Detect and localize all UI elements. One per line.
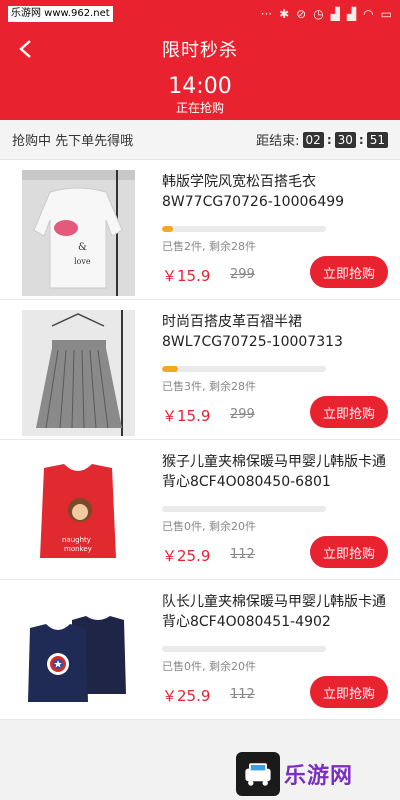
sales-progress-fill (162, 366, 179, 372)
car-logo-icon (236, 752, 280, 796)
svg-text:love: love (74, 257, 91, 266)
product-name[interactable]: 韩版学院风宽松百搭毛衣8W77CG70726-10006499 (162, 172, 392, 212)
logo-text: 乐游网 (284, 764, 354, 789)
dots-icon: ··· (260, 7, 273, 21)
header: 限时秒杀 14:00 正在抢购 (0, 28, 400, 120)
sales-progress (162, 506, 326, 512)
product-name[interactable]: 队长儿童夹棉保暖马甲婴儿韩版卡通背心8CF4O080451-4902 (162, 592, 392, 632)
product-image-skirt[interactable] (22, 310, 135, 436)
product-image-captain-vest[interactable] (22, 590, 135, 716)
original-price: 112 (230, 547, 255, 562)
product-image-sweater[interactable]: & love (22, 170, 135, 296)
wifi-icon: ◠ (363, 7, 374, 21)
signal-icon: ▟ (346, 7, 357, 21)
sold-text: 已售0件, 剩余20件 (162, 660, 256, 673)
buy-now-button[interactable]: 立即抢购 (310, 396, 388, 428)
countdown-minutes: 30 (334, 131, 356, 148)
countdown-hours: 02 (302, 131, 324, 148)
session-status: 正在抢购 (175, 101, 224, 115)
session-time: 14:00 (168, 74, 232, 99)
countdown-colon: : (326, 132, 332, 147)
vest-image (22, 590, 135, 716)
page-title: 限时秒杀 (162, 40, 238, 61)
svg-text:&: & (78, 242, 87, 253)
product-name[interactable]: 时尚百搭皮革百褶半裙8WL7CG70725-10007313 (162, 312, 392, 352)
status-icons: ··· ✱ ⊘ ◷ ▟ ▟ ◠ ▭ (261, 7, 392, 21)
original-price: 299 (230, 267, 255, 282)
countdown-timer: 距结束: 02 : 30 : 51 (256, 130, 388, 149)
sold-text: 已售0件, 剩余20件 (162, 520, 256, 533)
sales-progress (162, 226, 326, 232)
signal-icon: ▟ (330, 7, 340, 21)
product-list: & love 韩版学院风宽松百搭毛衣8W77CG70726-10006499 已… (0, 160, 400, 720)
product-image-monkey-vest[interactable]: naughty monkey (22, 450, 135, 576)
alarm-icon: ◷ (313, 7, 324, 21)
product-item[interactable]: naughty monkey 猴子儿童夹棉保暖马甲婴儿韩版卡通背心8CF4O08… (0, 440, 400, 580)
buy-now-button[interactable]: 立即抢购 (310, 676, 388, 708)
svg-text:monkey: monkey (64, 545, 92, 553)
product-item[interactable]: 时尚百搭皮革百褶半裙8WL7CG70725-10007313 已售3件, 剩余2… (0, 300, 400, 440)
countdown-bar: 抢购中 先下单先得哦 距结束: 02 : 30 : 51 (0, 120, 400, 160)
sale-price: ￥15.9 (162, 407, 211, 425)
product-item[interactable]: 队长儿童夹棉保暖马甲婴儿韩版卡通背心8CF4O080451-4902 已售0件,… (0, 580, 400, 720)
sales-progress-fill (162, 226, 174, 232)
sale-price: ￥25.9 (162, 547, 211, 565)
sale-price: ￥15.9 (162, 267, 211, 285)
watermark-label: 乐游网 www.962.net (8, 6, 113, 22)
sweater-image: & love (22, 170, 135, 296)
skirt-image (22, 310, 135, 436)
sold-text: 已售2件, 剩余28件 (162, 240, 256, 253)
product-item[interactable]: & love 韩版学院风宽松百搭毛衣8W77CG70726-10006499 已… (0, 160, 400, 300)
status-bar: 乐游网 www.962.net ··· ✱ ⊘ ◷ ▟ ▟ ◠ ▭ (0, 0, 400, 28)
bluetooth-icon: ✱ (279, 7, 290, 21)
mute-icon: ⊘ (296, 7, 307, 21)
product-name[interactable]: 猴子儿童夹棉保暖马甲婴儿韩版卡通背心8CF4O080450-6801 (162, 452, 392, 492)
sold-text: 已售3件, 剩余28件 (162, 380, 256, 393)
vest-image: naughty monkey (22, 450, 135, 576)
battery-icon: ▭ (380, 7, 392, 21)
site-logo: 乐游网 (236, 752, 394, 796)
countdown-colon: : (358, 132, 364, 147)
original-price: 112 (230, 687, 255, 702)
promo-text: 抢购中 先下单先得哦 (12, 134, 134, 149)
buy-now-button[interactable]: 立即抢购 (310, 536, 388, 568)
svg-text:naughty: naughty (62, 536, 91, 544)
countdown-label: 距结束: (256, 134, 300, 149)
sales-progress (162, 646, 326, 652)
sale-price: ￥25.9 (162, 687, 211, 705)
original-price: 299 (230, 407, 255, 422)
countdown-seconds: 51 (366, 131, 388, 148)
sales-progress (162, 366, 326, 372)
buy-now-button[interactable]: 立即抢购 (310, 256, 388, 288)
